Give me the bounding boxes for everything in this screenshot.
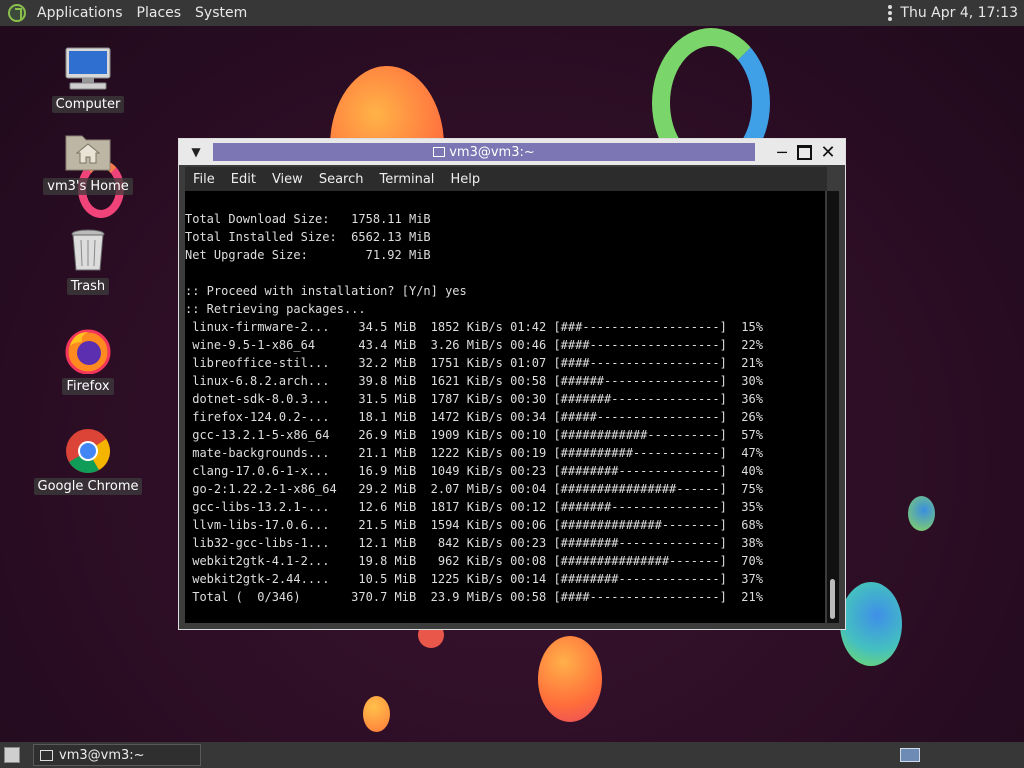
terminal-line: linux-6.8.2.arch... 39.8 MiB 1621 KiB/s … — [185, 374, 763, 388]
minimize-button[interactable]: ─ — [771, 141, 793, 163]
terminal-window[interactable]: ▼ vm3@vm3:~ ─ ✕ File Edit View Search Te… — [178, 138, 846, 630]
terminal-line: libreoffice-stil... 32.2 MiB 1751 KiB/s … — [185, 356, 763, 370]
terminal-line: :: Proceed with installation? [Y/n] yes — [185, 284, 467, 298]
desktop-icon-home[interactable]: vm3's Home — [38, 128, 138, 195]
menu-applications[interactable]: Applications — [30, 0, 130, 26]
terminal-line: gcc-13.2.1-5-x86_64 26.9 MiB 1909 KiB/s … — [185, 428, 763, 442]
menu-help[interactable]: Help — [442, 172, 488, 187]
terminal-small-icon — [40, 749, 53, 761]
terminal-small-icon — [433, 147, 446, 157]
menu-file[interactable]: File — [185, 172, 223, 187]
desktop-icon-firefox[interactable]: Firefox — [38, 328, 138, 395]
computer-icon — [62, 46, 114, 92]
terminal-line: wine-9.5-1-x86_64 43.4 MiB 3.26 MiB/s 00… — [185, 338, 763, 352]
title-bar[interactable]: ▼ vm3@vm3:~ ─ ✕ — [179, 139, 845, 165]
window-title-area[interactable]: vm3@vm3:~ — [213, 143, 755, 161]
taskbar-button-terminal[interactable]: vm3@vm3:~ — [33, 744, 201, 766]
terminal-output-text: Total Download Size: 1758.11 MiB Total In… — [185, 210, 763, 606]
terminal-line: webkit2gtk-2.44.... 10.5 MiB 1225 KiB/s … — [185, 572, 763, 586]
menu-terminal[interactable]: Terminal — [371, 172, 442, 187]
terminal-line: Total Download Size: 1758.11 MiB — [185, 212, 431, 226]
chrome-icon — [62, 428, 114, 474]
desktop-icon-trash[interactable]: Trash — [38, 228, 138, 295]
desktop-icon-label: Trash — [66, 278, 110, 295]
window-menu-chevron-icon[interactable]: ▼ — [183, 141, 209, 163]
scrollbar-thumb[interactable] — [830, 579, 835, 619]
panel-kebab-icon[interactable] — [888, 5, 893, 21]
mate-logo-icon[interactable] — [8, 4, 26, 22]
terminal-line: :: Retrieving packages... — [185, 302, 366, 316]
terminal-line: go-2:1.22.2-1-x86_64 29.2 MiB 2.07 MiB/s… — [185, 482, 763, 496]
terminal-scrollbar[interactable] — [827, 191, 839, 623]
terminal-line: clang-17.0.6-1-x... 16.9 MiB 1049 KiB/s … — [185, 464, 763, 478]
top-panel: Applications Places System Thu Apr 4, 17… — [0, 0, 1024, 26]
menu-edit[interactable]: Edit — [223, 172, 264, 187]
bottom-panel: vm3@vm3:~ — [0, 742, 1024, 768]
terminal-line: lib32-gcc-libs-1... 12.1 MiB 842 KiB/s 0… — [185, 536, 763, 550]
terminal-line: Total Installed Size: 6562.13 MiB — [185, 230, 431, 244]
desktop-icon-computer[interactable]: Computer — [38, 46, 138, 113]
trash-icon — [62, 228, 114, 274]
firefox-icon — [62, 328, 114, 375]
menu-search[interactable]: Search — [311, 172, 372, 187]
maximize-icon — [796, 144, 812, 160]
terminal-line: linux-firmware-2... 34.5 MiB 1852 KiB/s … — [185, 320, 763, 334]
taskbar-button-label: vm3@vm3:~ — [59, 747, 145, 763]
clock[interactable]: Thu Apr 4, 17:13 — [900, 5, 1024, 21]
terminal-line: Net Upgrade Size: 71.92 MiB — [185, 248, 431, 262]
close-button[interactable]: ✕ — [817, 141, 839, 163]
terminal-line: llvm-libs-17.0.6... 21.5 MiB 1594 KiB/s … — [185, 518, 763, 532]
desktop-icon-label: Firefox — [62, 378, 114, 395]
home-folder-icon — [62, 128, 114, 174]
maximize-button[interactable] — [793, 141, 815, 163]
window-title: vm3@vm3:~ — [449, 144, 535, 160]
desktop-icon-label: Computer — [51, 96, 125, 113]
terminal-line: Total ( 0/346) 370.7 MiB 23.9 MiB/s 00:5… — [185, 590, 763, 604]
desktop-icon-label: Google Chrome — [33, 478, 143, 495]
menu-places[interactable]: Places — [130, 0, 189, 26]
terminal-line: webkit2gtk-4.1-2... 19.8 MiB 962 KiB/s 0… — [185, 554, 763, 568]
desktop-icon-chrome[interactable]: Google Chrome — [33, 428, 143, 495]
terminal-line: dotnet-sdk-8.0.3... 31.5 MiB 1787 KiB/s … — [185, 392, 763, 406]
wallpaper-blob-blue-small — [908, 496, 935, 531]
wallpaper-blob-orange-low — [538, 636, 602, 722]
wallpaper-blob-blue — [840, 582, 902, 666]
terminal-menubar: File Edit View Search Terminal Help — [185, 167, 827, 191]
menu-view[interactable]: View — [264, 172, 311, 187]
terminal-output-area[interactable]: Total Download Size: 1758.11 MiB Total In… — [185, 191, 825, 623]
desktop-icon-label: vm3's Home — [43, 178, 133, 195]
terminal-line: gcc-libs-13.2.1-... 12.6 MiB 1817 KiB/s … — [185, 500, 763, 514]
terminal-line: firefox-124.0.2-... 18.1 MiB 1472 KiB/s … — [185, 410, 763, 424]
workspace-switcher[interactable] — [900, 748, 920, 762]
menu-system[interactable]: System — [188, 0, 254, 26]
wallpaper-blob-small — [363, 696, 390, 732]
show-desktop-icon[interactable] — [4, 747, 20, 763]
terminal-line: mate-backgrounds... 21.1 MiB 1222 KiB/s … — [185, 446, 763, 460]
